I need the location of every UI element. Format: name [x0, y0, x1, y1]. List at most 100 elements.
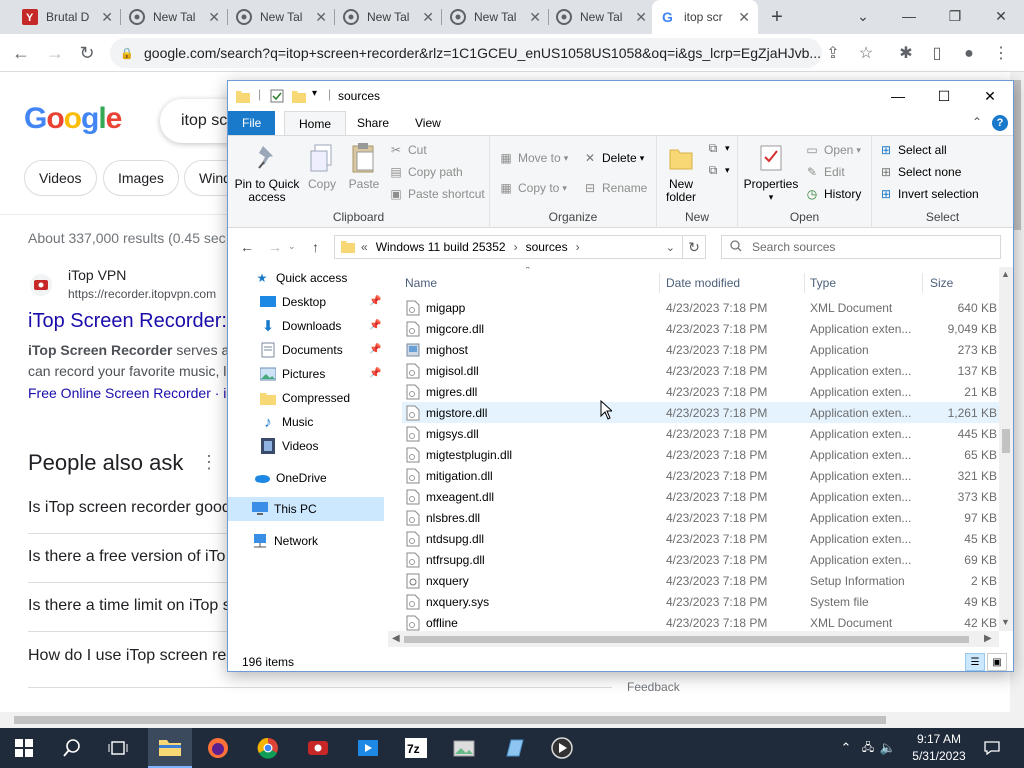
notifications-icon[interactable]: [980, 728, 1004, 768]
result-sitelink[interactable]: Free Online Screen Recorder · i: [28, 385, 226, 401]
nav-pictures[interactable]: Pictures 📌: [228, 363, 384, 385]
file-row[interactable]: mighost 4/23/2023 7:18 PM Application 273 K…: [402, 339, 999, 360]
taskbar-notepad-app[interactable]: [492, 728, 536, 768]
new-folder-button[interactable]: New folder: [659, 142, 703, 204]
column-separator[interactable]: [922, 273, 923, 293]
column-size[interactable]: Size: [930, 276, 953, 290]
back-arrow-icon[interactable]: ←: [240, 239, 254, 255]
column-date-modified[interactable]: Date modified: [666, 276, 740, 290]
task-view-button[interactable]: [96, 728, 140, 768]
file-row[interactable]: mxeagent.dll 4/23/2023 7:18 PM Application…: [402, 486, 999, 507]
close-icon[interactable]: ✕: [315, 9, 327, 26]
rename-button[interactable]: ⊟ Rename: [582, 180, 647, 196]
tab-itop-search[interactable]: G itop scr ✕: [652, 0, 758, 34]
start-button[interactable]: [2, 728, 46, 768]
file-row[interactable]: migisol.dll 4/23/2023 7:18 PM Application …: [402, 360, 999, 381]
nav-quick-access[interactable]: ★ Quick access: [228, 267, 384, 289]
nav-documents[interactable]: Documents 📌: [228, 339, 384, 361]
move-to-button[interactable]: ▦ Move to ▾: [498, 150, 568, 166]
chevron-right-icon[interactable]: ›: [576, 240, 580, 254]
system-clock[interactable]: 9:17 AM 5/31/2023: [908, 731, 970, 765]
pin-to-quick-access-button[interactable]: Pin to Quick access: [234, 142, 300, 204]
search-button[interactable]: [50, 728, 94, 768]
side-panel-icon[interactable]: ▯: [926, 43, 948, 65]
copy-button[interactable]: Copy: [304, 142, 340, 191]
close-icon[interactable]: ✕: [208, 9, 220, 26]
paste-shortcut-button[interactable]: ▣ Paste shortcut: [388, 186, 484, 202]
bookmark-star-icon[interactable]: ☆: [855, 43, 877, 65]
close-icon[interactable]: ✕: [738, 9, 750, 26]
copy-to-button[interactable]: ▦ Copy to ▾: [498, 180, 567, 196]
close-icon[interactable]: ✕: [635, 9, 647, 26]
paa-question-4[interactable]: How do I use iTop screen re: [28, 647, 226, 665]
invert-selection-button[interactable]: ⊞ Invert selection: [878, 186, 979, 202]
new-item-button[interactable]: ⧉ ▾: [705, 140, 730, 156]
properties-quick-icon[interactable]: [270, 89, 284, 103]
taskbar-7zip[interactable]: 7z: [394, 728, 438, 768]
nav-music[interactable]: ♪ Music: [228, 411, 384, 433]
taskbar-player-app[interactable]: [540, 728, 584, 768]
result-title-link[interactable]: iTop Screen Recorder:: [28, 310, 227, 333]
nav-this-pc[interactable]: This PC: [228, 497, 384, 521]
help-icon[interactable]: ?: [992, 115, 1008, 131]
chevron-right-icon[interactable]: ›: [514, 240, 518, 254]
chip-videos[interactable]: Videos: [24, 160, 97, 196]
select-none-button[interactable]: ⊞ Select none: [878, 164, 961, 180]
file-row[interactable]: ntdsupg.dll 4/23/2023 7:18 PM Application …: [402, 528, 999, 549]
search-box[interactable]: Search sources: [721, 235, 1001, 259]
delete-button[interactable]: ✕ Delete ▾: [582, 150, 644, 166]
file-row[interactable]: nxquery.sys 4/23/2023 7:18 PM System file 4…: [402, 591, 999, 612]
show-hidden-icons-chevron-icon[interactable]: ⌃: [836, 728, 856, 768]
taskbar-itop-recorder[interactable]: [296, 728, 340, 768]
easy-access-button[interactable]: ⧉ ▾: [705, 162, 730, 178]
close-button[interactable]: ✕: [967, 81, 1013, 111]
file-row[interactable]: migapp 4/23/2023 7:18 PM XML Document 640 K…: [402, 297, 999, 318]
paa-question-3[interactable]: Is there a time limit on iTop s: [28, 597, 231, 615]
tab-new-5[interactable]: New Tal ✕: [548, 0, 655, 34]
breadcrumb[interactable]: « Windows 11 build 25352 › sources › ⌄: [334, 235, 706, 259]
scroll-down-arrow-icon[interactable]: ▼: [1001, 617, 1010, 627]
recent-locations-icon[interactable]: ⌄: [288, 241, 296, 252]
scroll-left-arrow-icon[interactable]: ◀: [392, 633, 400, 644]
network-tray-icon[interactable]: 🖧: [858, 728, 878, 768]
scroll-up-arrow-icon[interactable]: ▲: [1001, 269, 1010, 279]
explorer-title-bar[interactable]: | ▾ | sources — ☐ ✕: [228, 81, 1013, 111]
tab-new-2[interactable]: New Tal ✕: [228, 0, 335, 34]
edit-button[interactable]: ✎ Edit: [804, 164, 845, 180]
customize-toolbar-icon[interactable]: ▾: [312, 88, 326, 102]
forward-arrow-icon[interactable]: →: [268, 239, 282, 255]
file-row[interactable]: migres.dll 4/23/2023 7:18 PM Application e…: [402, 381, 999, 402]
taskbar-file-explorer[interactable]: [148, 728, 192, 768]
scroll-right-arrow-icon[interactable]: ▶: [984, 633, 992, 644]
share-icon[interactable]: ⇪: [822, 43, 844, 65]
column-separator[interactable]: [804, 273, 805, 293]
collapse-ribbon-icon[interactable]: ⌃: [972, 115, 982, 129]
history-button[interactable]: ◷ History: [804, 186, 862, 202]
tab-new-4[interactable]: New Tal ✕: [442, 0, 549, 34]
file-row[interactable]: migsys.dll 4/23/2023 7:18 PM Application e…: [402, 423, 999, 444]
address-bar[interactable]: 🔒 google.com/search?q=itop+screen+record…: [110, 38, 822, 68]
restore-button[interactable]: ❐: [932, 0, 978, 32]
taskbar-chrome[interactable]: [246, 728, 290, 768]
up-arrow-icon[interactable]: ↑: [312, 239, 319, 255]
nav-compressed[interactable]: Compressed: [228, 387, 384, 409]
select-all-button[interactable]: ⊞ Select all: [878, 142, 947, 158]
back-button[interactable]: ←: [10, 42, 32, 64]
tab-share[interactable]: Share: [343, 111, 403, 135]
tab-brutal[interactable]: Y Brutal D ✕: [14, 0, 121, 34]
close-icon[interactable]: ✕: [101, 9, 113, 26]
maximize-button[interactable]: ☐: [921, 81, 967, 111]
column-separator[interactable]: [659, 273, 660, 293]
close-window-button[interactable]: ✕: [978, 0, 1024, 32]
scroll-thumb[interactable]: [1002, 429, 1010, 453]
nav-downloads[interactable]: ⬇ Downloads 📌: [228, 315, 384, 337]
column-type[interactable]: Type: [810, 276, 836, 290]
copy-path-button[interactable]: ▤ Copy path: [388, 164, 462, 180]
file-row[interactable]: migtestplugin.dll 4/23/2023 7:18 PM Applic…: [402, 444, 999, 465]
tab-new-1[interactable]: New Tal ✕: [121, 0, 228, 34]
scroll-thumb[interactable]: [14, 716, 886, 724]
scroll-thumb[interactable]: [1013, 80, 1021, 230]
file-row[interactable]: offline 4/23/2023 7:18 PM XML Document 42 K…: [402, 612, 999, 633]
tab-search-icon[interactable]: ⌄: [840, 0, 886, 32]
file-row[interactable]: migcore.dll 4/23/2023 7:18 PM Application …: [402, 318, 999, 339]
